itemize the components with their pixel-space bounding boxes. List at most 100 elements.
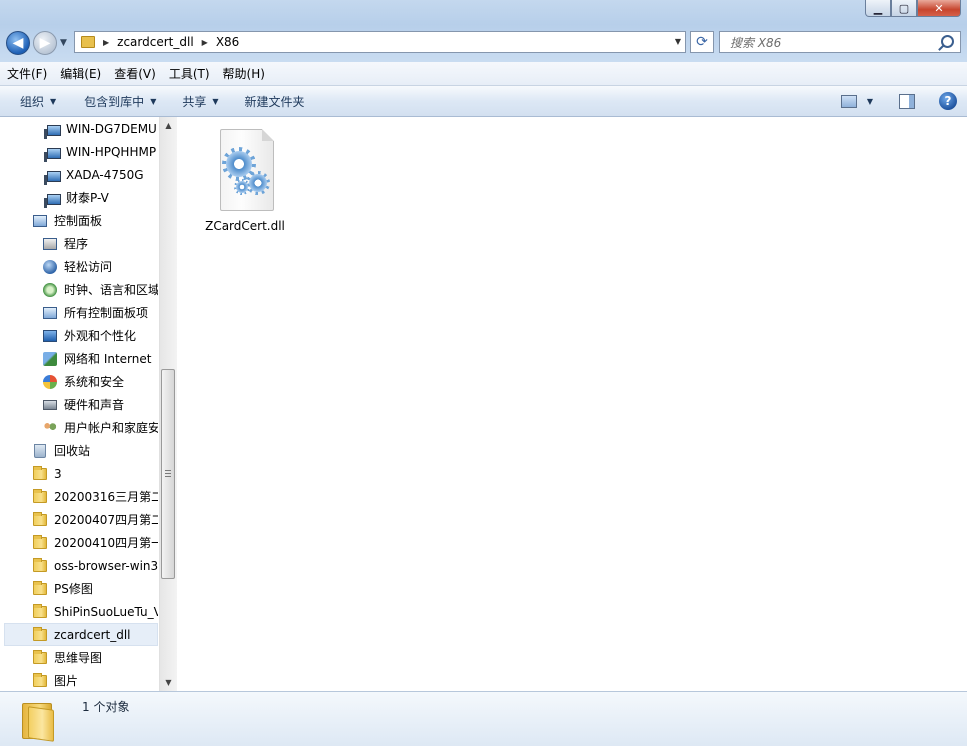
nav-item-label: zcardcert_dll xyxy=(54,627,131,642)
nav-item-hardware-sound[interactable]: 硬件和声音 xyxy=(0,393,158,416)
nav-item-label: WIN-HPQHHMP xyxy=(66,144,157,159)
menu-file[interactable]: 文件(F) xyxy=(1,65,53,82)
change-view-icon[interactable] xyxy=(840,94,857,108)
title-bar: ▁ ▢ ✕ ◀ ▶ ▼ ▶ zcardcert_dll ▶ X86 ▼ ⟳ xyxy=(0,0,967,62)
scroll-up-arrow-icon[interactable]: ▲ xyxy=(160,117,177,134)
back-arrow-icon[interactable]: ◀ xyxy=(6,31,30,55)
maximize-button[interactable]: ▢ xyxy=(891,0,917,17)
nav-item-folder-oss-browser[interactable]: oss-browser-win3 xyxy=(0,554,158,577)
search-icon[interactable] xyxy=(941,35,954,48)
nav-item-folder-pictures[interactable]: 图片 xyxy=(0,669,158,691)
folder-icon xyxy=(32,488,48,505)
navigation-pane: WIN-DG7DEMU WIN-HPQHHMP XADA-4750G 财泰P-V… xyxy=(0,117,177,691)
breadcrumb-x86[interactable]: X86 xyxy=(216,35,240,49)
nav-item-label: 时钟、语言和区域 xyxy=(64,283,158,297)
hardware-sound-icon xyxy=(42,397,58,413)
breadcrumb-zcardcert[interactable]: zcardcert_dll xyxy=(117,35,194,49)
nav-item-network-internet[interactable]: 网络和 Internet xyxy=(0,347,158,370)
close-button[interactable]: ✕ xyxy=(917,0,961,17)
nav-item-clock-language[interactable]: 时钟、语言和区域 xyxy=(0,278,158,301)
user-accounts-icon xyxy=(42,420,58,436)
nav-item-user-accounts[interactable]: 用户帐户和家庭安全 xyxy=(0,416,158,439)
nav-item-folder-shipinsuoluetu[interactable]: ShiPinSuoLueTu_V xyxy=(0,600,158,623)
nav-tree: WIN-DG7DEMU WIN-HPQHHMP XADA-4750G 财泰P-V… xyxy=(0,117,158,691)
folder-icon xyxy=(32,603,48,620)
share-button[interactable]: 共享 ▼ xyxy=(172,93,228,110)
menu-tools[interactable]: 工具(T) xyxy=(163,65,216,82)
nav-item-control-panel[interactable]: 控制面板 xyxy=(0,209,158,232)
caption-buttons: ▁ ▢ ✕ xyxy=(865,0,961,18)
file-name: ZCardCert.dll xyxy=(205,219,285,233)
file-list-area[interactable]: ZCardCert.dll xyxy=(177,117,967,691)
nav-item-label: 20200316三月第二 xyxy=(54,490,158,504)
address-bar[interactable]: ▶ zcardcert_dll ▶ X86 ▼ xyxy=(74,31,686,53)
nav-item-folder-20200410[interactable]: 20200410四月第一 xyxy=(0,531,158,554)
scrollbar-thumb[interactable] xyxy=(161,369,175,579)
menu-view[interactable]: 查看(V) xyxy=(108,65,162,82)
folder-icon xyxy=(32,465,48,482)
chevron-down-icon: ▼ xyxy=(150,96,157,106)
menu-edit[interactable]: 编辑(E) xyxy=(54,65,107,82)
nav-item-recycle-bin[interactable]: 回收站 xyxy=(0,439,158,462)
nav-pane-scrollbar[interactable]: ▲ ▼ xyxy=(159,117,177,691)
nav-item-win-hpqhhmp[interactable]: WIN-HPQHHMP xyxy=(0,140,158,163)
include-in-library-button[interactable]: 包含到库中 ▼ xyxy=(74,93,166,110)
folder-icon xyxy=(32,511,48,528)
minimize-button[interactable]: ▁ xyxy=(865,0,891,17)
nav-item-label: 外观和个性化 xyxy=(64,329,137,343)
nav-item-label: 思维导图 xyxy=(54,651,103,665)
search-input[interactable] xyxy=(728,33,932,53)
status-bar: 1 个对象 xyxy=(0,691,967,746)
nav-item-folder-20200407[interactable]: 20200407四月第二 xyxy=(0,508,158,531)
help-icon[interactable]: ? xyxy=(939,92,957,110)
computer-icon xyxy=(44,190,61,208)
nav-item-ease-of-access[interactable]: 轻松访问 xyxy=(0,255,158,278)
nav-item-label: 控制面板 xyxy=(54,214,103,228)
nav-item-label: 程序 xyxy=(64,237,89,251)
address-dropdown-icon[interactable]: ▼ xyxy=(675,37,681,46)
preview-pane-icon[interactable] xyxy=(899,93,915,109)
share-label: 共享 xyxy=(182,94,207,109)
nav-item-system-security[interactable]: 系统和安全 xyxy=(0,370,158,393)
breadcrumb-separator[interactable]: ▶ xyxy=(103,38,109,47)
programs-icon xyxy=(42,236,58,252)
nav-item-folder-20200316[interactable]: 20200316三月第二 xyxy=(0,485,158,508)
nav-item-all-control-panel-items[interactable]: 所有控制面板项 xyxy=(0,301,158,324)
recent-pages-dropdown[interactable]: ▼ xyxy=(60,38,67,48)
folder-icon xyxy=(81,36,95,48)
computer-icon xyxy=(44,144,61,162)
nav-item-label: 网络和 Internet xyxy=(64,352,152,366)
file-item[interactable]: ZCardCert.dll xyxy=(203,127,287,233)
breadcrumb-separator[interactable]: ▶ xyxy=(202,38,208,47)
nav-item-label: 3 xyxy=(54,466,62,481)
nav-item-win-dg7demu[interactable]: WIN-DG7DEMU xyxy=(0,117,158,140)
include-library-label: 包含到库中 xyxy=(84,94,145,109)
search-box[interactable] xyxy=(719,31,961,53)
refresh-icon[interactable]: ⟳ xyxy=(690,31,714,53)
folder-icon xyxy=(32,557,48,574)
forward-arrow-icon[interactable]: ▶ xyxy=(33,31,57,55)
menu-help[interactable]: 帮助(H) xyxy=(217,65,271,82)
nav-item-folder-ps[interactable]: PS修图 xyxy=(0,577,158,600)
organize-button[interactable]: 组织 ▼ xyxy=(10,93,66,110)
scroll-down-arrow-icon[interactable]: ▼ xyxy=(160,674,177,691)
nav-item-xada-4750g[interactable]: XADA-4750G xyxy=(0,163,158,186)
nav-item-folder-mindmap[interactable]: 思维导图 xyxy=(0,646,158,669)
nav-item-folder-3[interactable]: 3 xyxy=(0,462,158,485)
explorer-window: ▁ ▢ ✕ ◀ ▶ ▼ ▶ zcardcert_dll ▶ X86 ▼ ⟳ 文件… xyxy=(0,0,967,746)
new-folder-label: 新建文件夹 xyxy=(244,94,305,109)
organize-label: 组织 xyxy=(20,94,45,109)
nav-item-programs[interactable]: 程序 xyxy=(0,232,158,255)
control-panel-icon xyxy=(32,213,48,229)
nav-item-caitai-pv[interactable]: 财泰P-V xyxy=(0,186,158,209)
new-folder-button[interactable]: 新建文件夹 xyxy=(235,93,315,110)
recycle-bin-icon xyxy=(32,443,48,459)
computer-icon xyxy=(44,121,61,139)
nav-item-label: XADA-4750G xyxy=(66,167,144,182)
appearance-icon xyxy=(42,328,58,344)
nav-item-folder-zcardcert-dll[interactable]: zcardcert_dll xyxy=(4,623,158,646)
ease-of-access-icon xyxy=(42,259,58,275)
view-options-dropdown[interactable]: ▼ xyxy=(867,97,873,106)
nav-item-appearance[interactable]: 外观和个性化 xyxy=(0,324,158,347)
nav-item-label: PS修图 xyxy=(54,582,93,596)
